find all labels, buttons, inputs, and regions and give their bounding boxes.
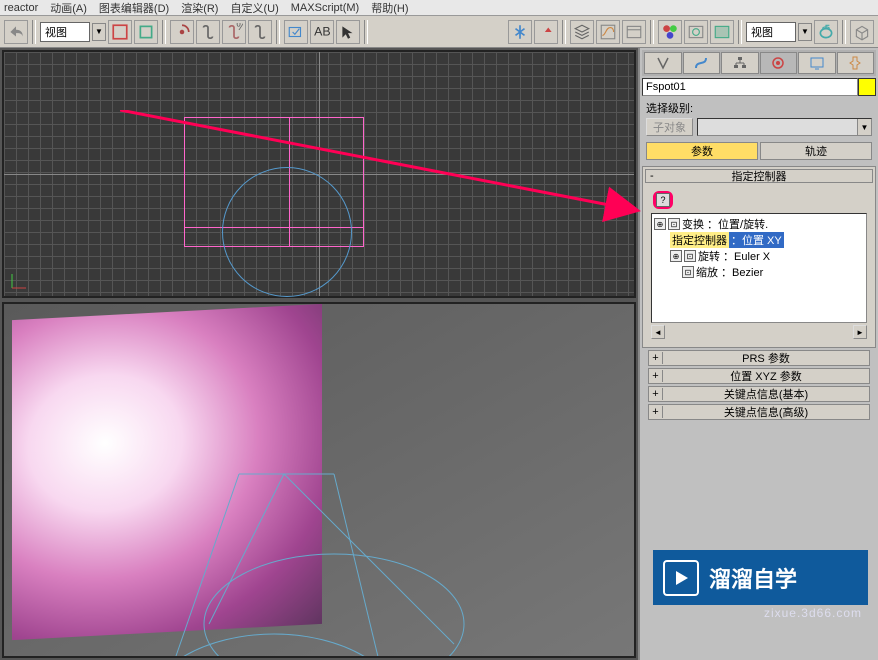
tree-assign-label: 指定控制器 (670, 232, 729, 248)
svg-text:%: % (236, 23, 243, 33)
modify-tab[interactable] (683, 52, 721, 74)
watermark: 溜溜自学 (653, 550, 868, 605)
mirror-button[interactable] (508, 20, 532, 44)
utilities-tab[interactable] (837, 52, 875, 74)
snap-percent-button[interactable]: % (222, 20, 246, 44)
schematic-button[interactable] (622, 20, 646, 44)
tree-position-value[interactable]: ：位置 XY (729, 232, 784, 248)
material-editor-button[interactable] (658, 20, 682, 44)
tool-btn-1[interactable] (108, 20, 132, 44)
display-tab[interactable] (798, 52, 836, 74)
render-setup-button[interactable] (684, 20, 708, 44)
motion-tab[interactable] (760, 52, 798, 74)
spotlight-cone-wireframe (134, 464, 504, 658)
sub-object-dropdown[interactable]: ▼ (697, 118, 872, 136)
svg-text:ABC: ABC (314, 24, 331, 38)
position-xyz-rollout[interactable]: +位置 XYZ 参数 (648, 368, 870, 384)
render-frame-button[interactable] (710, 20, 734, 44)
selection-level-label: 选择级别: (646, 100, 872, 116)
watermark-url: zixue.3d66.com (764, 606, 862, 620)
prs-rollout[interactable]: +PRS 参数 (648, 350, 870, 366)
key-info-basic-rollout[interactable]: +关键点信息(基本) (648, 386, 870, 402)
light-cone-circle (222, 167, 352, 297)
main-toolbar: 视图 ▼ % ABC 视图 ▼ (0, 16, 878, 48)
trajectories-tab[interactable]: 轨迹 (760, 142, 872, 160)
object-color-swatch[interactable] (858, 78, 876, 96)
menu-help[interactable]: 帮助(H) (371, 0, 408, 16)
viewport-dropdown-1[interactable]: 视图 (40, 22, 90, 42)
menu-maxscript[interactable]: MAXScript(M) (291, 2, 359, 14)
parameters-tab[interactable]: 参数 (646, 142, 758, 160)
menu-customize[interactable]: 自定义(U) (230, 0, 278, 16)
layers-button[interactable] (570, 20, 594, 44)
key-info-advanced-rollout[interactable]: +关键点信息(高级) (648, 404, 870, 420)
tool-btn-2[interactable] (134, 20, 158, 44)
box-icon[interactable] (850, 20, 874, 44)
viewport-dropdown-2[interactable]: 视图 (746, 22, 796, 42)
align-button[interactable] (534, 20, 558, 44)
top-viewport[interactable] (2, 50, 636, 298)
menu-animation[interactable]: 动画(A) (50, 0, 87, 16)
play-icon (663, 560, 699, 596)
tree-root-label: 变换 ：位置/旋转. (682, 216, 768, 232)
object-name-input[interactable] (642, 78, 858, 96)
sub-object-button[interactable]: 子对象 (646, 118, 693, 136)
menu-bar: reactor 动画(A) 图表编辑器(D) 渲染(R) 自定义(U) MAXS… (0, 0, 878, 16)
tree-rotation-label[interactable]: 旋转 ：Euler X (698, 248, 770, 264)
snap-spinner-button[interactable] (248, 20, 272, 44)
create-tab[interactable] (644, 52, 682, 74)
menu-graph-editor[interactable]: 图表编辑器(D) (99, 0, 169, 16)
perspective-viewport[interactable] (2, 302, 636, 658)
rollout-header[interactable]: - 指定控制器 (645, 169, 873, 183)
menu-reactor[interactable]: reactor (4, 2, 38, 14)
tree-scroll-right[interactable]: ► (853, 325, 867, 339)
snap-angle-button[interactable] (170, 20, 194, 44)
hierarchy-tab[interactable] (721, 52, 759, 74)
snap-toggle-button[interactable] (196, 20, 220, 44)
curve-editor-button[interactable] (596, 20, 620, 44)
assign-controller-rollout: - 指定控制器 ? ⊕⊡ 变换 ：位置/旋转. 指定控制器 ：位置 XY (642, 166, 876, 348)
tree-scale-label[interactable]: 缩放 ：Bezier (696, 264, 763, 280)
controller-tree[interactable]: ⊕⊡ 变换 ：位置/旋转. 指定控制器 ：位置 XY ⊕⊡ 旋转 ：Euler … (651, 213, 867, 323)
menu-render[interactable]: 渲染(R) (181, 0, 218, 16)
named-sel-button[interactable] (284, 20, 308, 44)
cursor-button[interactable] (336, 20, 360, 44)
axis-tripod-icon (10, 270, 30, 290)
quick-render-button[interactable] (814, 20, 838, 44)
dropdown-arrow-icon[interactable]: ▼ (92, 23, 106, 41)
dropdown-arrow-icon-2[interactable]: ▼ (798, 23, 812, 41)
viewport-area (0, 48, 638, 660)
watermark-text: 溜溜自学 (709, 562, 797, 594)
abc-button[interactable]: ABC (310, 20, 334, 44)
assign-controller-button[interactable]: ? (653, 191, 673, 209)
undo-button[interactable] (4, 20, 28, 44)
tree-scroll-left[interactable]: ◄ (651, 325, 665, 339)
